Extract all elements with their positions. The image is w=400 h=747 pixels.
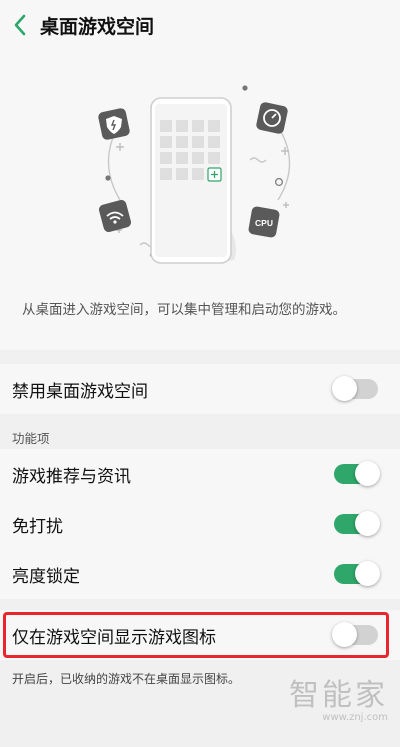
game-recommend-news-label: 游戏推荐与资讯 [12, 466, 131, 487]
watermark-domain: www.znj.com [322, 712, 388, 723]
phone-illustration [150, 97, 236, 264]
do-not-disturb-row[interactable]: 免打扰 [0, 499, 400, 549]
brightness-lock-toggle[interactable] [334, 561, 380, 586]
page-title: 桌面游戏空间 [40, 15, 155, 38]
watermark: 智能家 www.znj.com [289, 678, 388, 724]
app-header: 桌面游戏空间 [0, 0, 400, 50]
disable-desktop-game-space-row[interactable]: 禁用桌面游戏空间 [0, 364, 400, 414]
gauge-icon [256, 102, 288, 134]
disable-desktop-game-space-toggle[interactable] [332, 376, 378, 401]
wifi-icon [98, 199, 132, 233]
footnote-text: 开启后，已收纳的游戏不在桌面显示图标。 [12, 672, 241, 686]
brightness-lock-label: 亮度锁定 [12, 566, 80, 587]
shield-icon [98, 108, 130, 140]
game-recommend-news-row[interactable]: 游戏推荐与资讯 [0, 449, 400, 499]
do-not-disturb-label: 免打扰 [12, 516, 63, 537]
game-space-illustration: CPU [98, 85, 291, 264]
show-icon-only-in-game-space-row[interactable]: 仅在游戏空间显示游戏图标 [0, 610, 400, 660]
hero-description: 从桌面进入游戏空间，可以集中管理和启动您的游戏。 [22, 302, 346, 318]
svg-text:CPU: CPU [255, 218, 273, 228]
back-button[interactable] [2, 0, 38, 50]
game-recommend-news-toggle[interactable] [334, 461, 380, 486]
watermark-text: 智能家 [289, 678, 388, 713]
do-not-disturb-toggle[interactable] [334, 511, 380, 536]
show-icon-only-in-game-space-label: 仅在游戏空间显示游戏图标 [12, 627, 216, 648]
disable-desktop-game-space-label: 禁用桌面游戏空间 [12, 381, 148, 402]
section-title-features: 功能项 [12, 431, 50, 446]
cpu-icon: CPU [248, 206, 280, 238]
brightness-lock-row[interactable]: 亮度锁定 [0, 549, 400, 599]
show-icon-only-in-game-space-toggle[interactable] [332, 622, 378, 647]
back-arrow-icon [14, 14, 26, 36]
